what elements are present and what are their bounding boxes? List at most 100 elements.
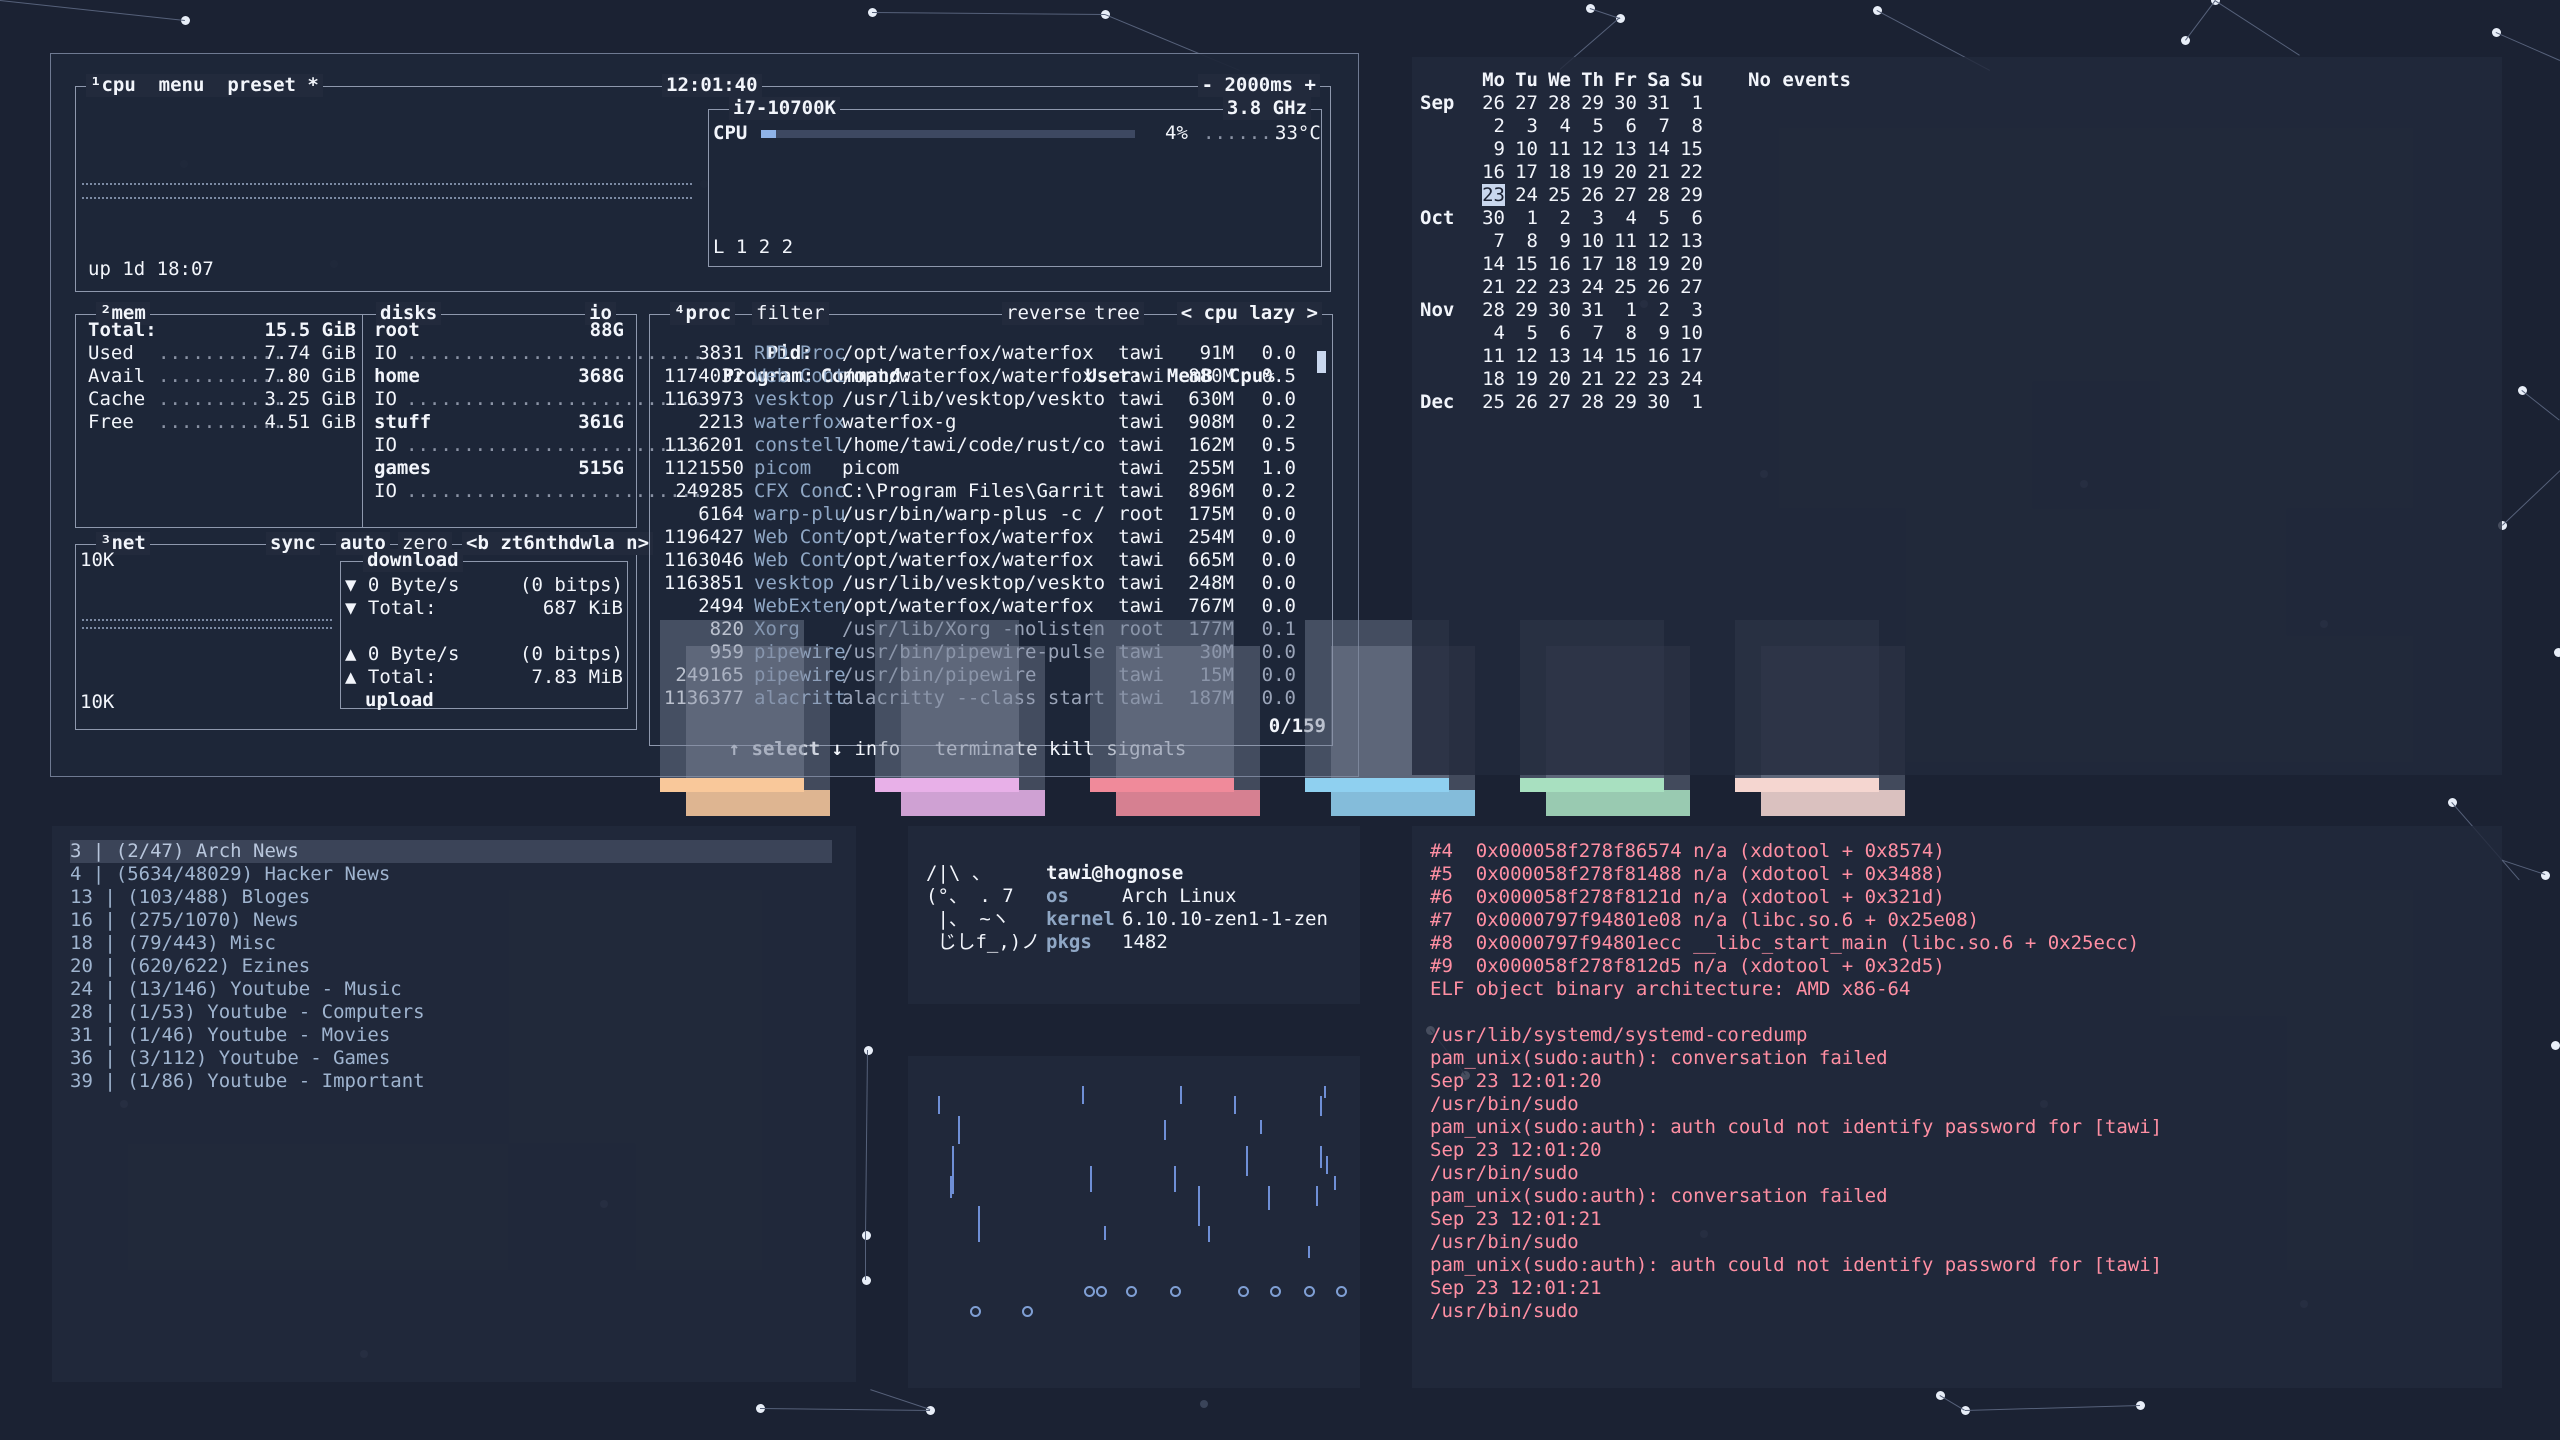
- calendar-day[interactable]: 24: [1571, 276, 1604, 299]
- calendar-day[interactable]: 23: [1472, 184, 1505, 207]
- calendar-day[interactable]: 30: [1472, 207, 1505, 230]
- calendar-day[interactable]: 3: [1571, 207, 1604, 230]
- calendar-day[interactable]: 17: [1670, 345, 1703, 368]
- calendar-day[interactable]: 15: [1604, 345, 1637, 368]
- calendar-day[interactable]: 3: [1505, 115, 1538, 138]
- calendar-day[interactable]: 26: [1637, 276, 1670, 299]
- calendar-day[interactable]: 20: [1604, 161, 1637, 184]
- net-sync[interactable]: sync: [266, 532, 320, 555]
- proc-row[interactable]: 1136201 constell/home/tawi/code/rust/co ta…: [654, 434, 1314, 457]
- feed-item[interactable]: 31 | (1/46) Youtube - Movies: [70, 1024, 390, 1047]
- calendar-day[interactable]: 26: [1472, 92, 1505, 115]
- calendar-day[interactable]: 18: [1538, 161, 1571, 184]
- proc-row[interactable]: 1196427 Web Cont/opt/waterfox/waterfox taw…: [654, 526, 1314, 549]
- calendar-day[interactable]: 11: [1538, 138, 1571, 161]
- calendar-day[interactable]: 10: [1670, 322, 1703, 345]
- net-interface[interactable]: <b zt6nthdwla n>: [462, 532, 654, 555]
- calendar-day[interactable]: 9: [1637, 322, 1670, 345]
- calendar-day[interactable]: 14: [1637, 138, 1670, 161]
- calendar-day[interactable]: 5: [1571, 115, 1604, 138]
- proc-row[interactable]: 249285 CFX ConcC:\Program Files\Garrit taw…: [654, 480, 1314, 503]
- calendar-day[interactable]: 11: [1604, 230, 1637, 253]
- calendar-day[interactable]: 11: [1472, 345, 1505, 368]
- calendar-day[interactable]: 8: [1670, 115, 1703, 138]
- calendar-day[interactable]: 1: [1604, 299, 1637, 322]
- log-window[interactable]: #4 0x000058f278f86574 n/a (xdotool + 0x8…: [1412, 826, 2502, 1388]
- feed-item[interactable]: 16 | (275/1070) News: [70, 909, 299, 932]
- calendar-day[interactable]: 8: [1604, 322, 1637, 345]
- proc-row[interactable]: 1121550 picom picom tawi 255M 1.0: [654, 457, 1314, 480]
- calendar-day[interactable]: 18: [1472, 368, 1505, 391]
- calendar-day[interactable]: 4: [1538, 115, 1571, 138]
- calendar-day[interactable]: 30: [1538, 299, 1571, 322]
- tab-menu[interactable]: menu: [159, 74, 205, 96]
- feed-item[interactable]: 18 | (79/443) Misc: [70, 932, 276, 955]
- calendar-day[interactable]: 1: [1505, 207, 1538, 230]
- calendar-day[interactable]: 14: [1472, 253, 1505, 276]
- visualizer-window[interactable]: [908, 1056, 1360, 1388]
- calendar-day[interactable]: 21: [1472, 276, 1505, 299]
- calendar-day[interactable]: 26: [1571, 184, 1604, 207]
- feed-reader-window[interactable]: 3 | (2/47) Arch News 4 | (5634/48029) Hac…: [52, 826, 856, 1382]
- calendar-day[interactable]: 1: [1670, 92, 1703, 115]
- calendar-day[interactable]: 28: [1472, 299, 1505, 322]
- calendar-day[interactable]: 12: [1505, 345, 1538, 368]
- proc-row[interactable]: 2213 waterfoxwaterfox-g tawi 908M 0.2: [654, 411, 1314, 434]
- calendar-day[interactable]: 22: [1604, 368, 1637, 391]
- calendar-day[interactable]: 7: [1637, 115, 1670, 138]
- calendar-day[interactable]: 2: [1538, 207, 1571, 230]
- proc-row[interactable]: 1163046 Web Cont/opt/waterfox/waterfox taw…: [654, 549, 1314, 572]
- proc-row[interactable]: 1163973 vesktop/usr/lib/vesktop/veskto taw…: [654, 388, 1314, 411]
- calendar-today[interactable]: 23: [1482, 184, 1505, 206]
- calendar-day[interactable]: 7: [1571, 322, 1604, 345]
- fetch-window[interactable]: /|\ 、 (°、 . 7 |、 ~ヽ じしf_,)ノ tawi@hognose …: [908, 826, 1360, 1004]
- calendar-day[interactable]: 16: [1472, 161, 1505, 184]
- calendar-day[interactable]: 20: [1670, 253, 1703, 276]
- feed-item[interactable]: 20 | (620/622) Ezines: [70, 955, 310, 978]
- calendar-day[interactable]: 22: [1670, 161, 1703, 184]
- proc-row[interactable]: 1163851 vesktop/usr/lib/vesktop/veskto taw…: [654, 572, 1314, 595]
- footer-kill[interactable]: kill: [1049, 738, 1095, 760]
- calendar-day[interactable]: 19: [1571, 161, 1604, 184]
- calendar-day[interactable]: 1: [1670, 391, 1703, 414]
- calendar-day[interactable]: 26: [1505, 391, 1538, 414]
- feed-item[interactable]: 36 | (3/112) Youtube - Games: [70, 1047, 390, 1070]
- feed-item[interactable]: 28 | (1/53) Youtube - Computers: [70, 1001, 425, 1024]
- calendar-day[interactable]: 13: [1538, 345, 1571, 368]
- calendar-day[interactable]: 30: [1637, 391, 1670, 414]
- proc-row[interactable]: 3831 RDD Proc/opt/waterfox/waterfox tawi 91…: [654, 342, 1314, 365]
- calendar-day[interactable]: 6: [1538, 322, 1571, 345]
- calendar-day[interactable]: 29: [1670, 184, 1703, 207]
- calendar-day[interactable]: 17: [1571, 253, 1604, 276]
- calendar-day[interactable]: 10: [1571, 230, 1604, 253]
- calendar-day[interactable]: 12: [1571, 138, 1604, 161]
- feed-item[interactable]: 13 | (103/488) Bloges: [70, 886, 310, 909]
- calendar-day[interactable]: 22: [1505, 276, 1538, 299]
- calendar-day[interactable]: 2: [1637, 299, 1670, 322]
- calendar-day[interactable]: 19: [1505, 368, 1538, 391]
- calendar-day[interactable]: 31: [1637, 92, 1670, 115]
- calendar-day[interactable]: 29: [1505, 299, 1538, 322]
- calendar-day[interactable]: 31: [1571, 299, 1604, 322]
- calendar-day[interactable]: 28: [1637, 184, 1670, 207]
- proc-row[interactable]: 2494 WebExten/opt/waterfox/waterfox tawi 76…: [654, 595, 1314, 618]
- calendar-day[interactable]: 16: [1637, 345, 1670, 368]
- feed-item[interactable]: 3 | (2/47) Arch News: [70, 840, 832, 863]
- tab-preset[interactable]: preset *: [227, 74, 319, 96]
- calendar-day[interactable]: 28: [1538, 92, 1571, 115]
- interval-control[interactable]: - 2000ms +: [1197, 74, 1320, 97]
- cpu-tabs[interactable]: ¹cpu menu preset *: [86, 74, 323, 97]
- calendar-day[interactable]: 9: [1538, 230, 1571, 253]
- calendar-day[interactable]: 15: [1670, 138, 1703, 161]
- calendar-day[interactable]: 27: [1505, 92, 1538, 115]
- calendar-day[interactable]: 5: [1505, 322, 1538, 345]
- calendar-day[interactable]: 19: [1637, 253, 1670, 276]
- calendar-day[interactable]: 4: [1604, 207, 1637, 230]
- calendar-day[interactable]: 6: [1604, 115, 1637, 138]
- calendar-day[interactable]: 24: [1670, 368, 1703, 391]
- calendar-day[interactable]: 2: [1472, 115, 1505, 138]
- calendar-day[interactable]: 23: [1538, 276, 1571, 299]
- proc-row[interactable]: 1174032 Web Cont/opt/waterfox/waterfox taw…: [654, 365, 1314, 388]
- calendar-day[interactable]: 29: [1604, 391, 1637, 414]
- calendar-day[interactable]: 25: [1472, 391, 1505, 414]
